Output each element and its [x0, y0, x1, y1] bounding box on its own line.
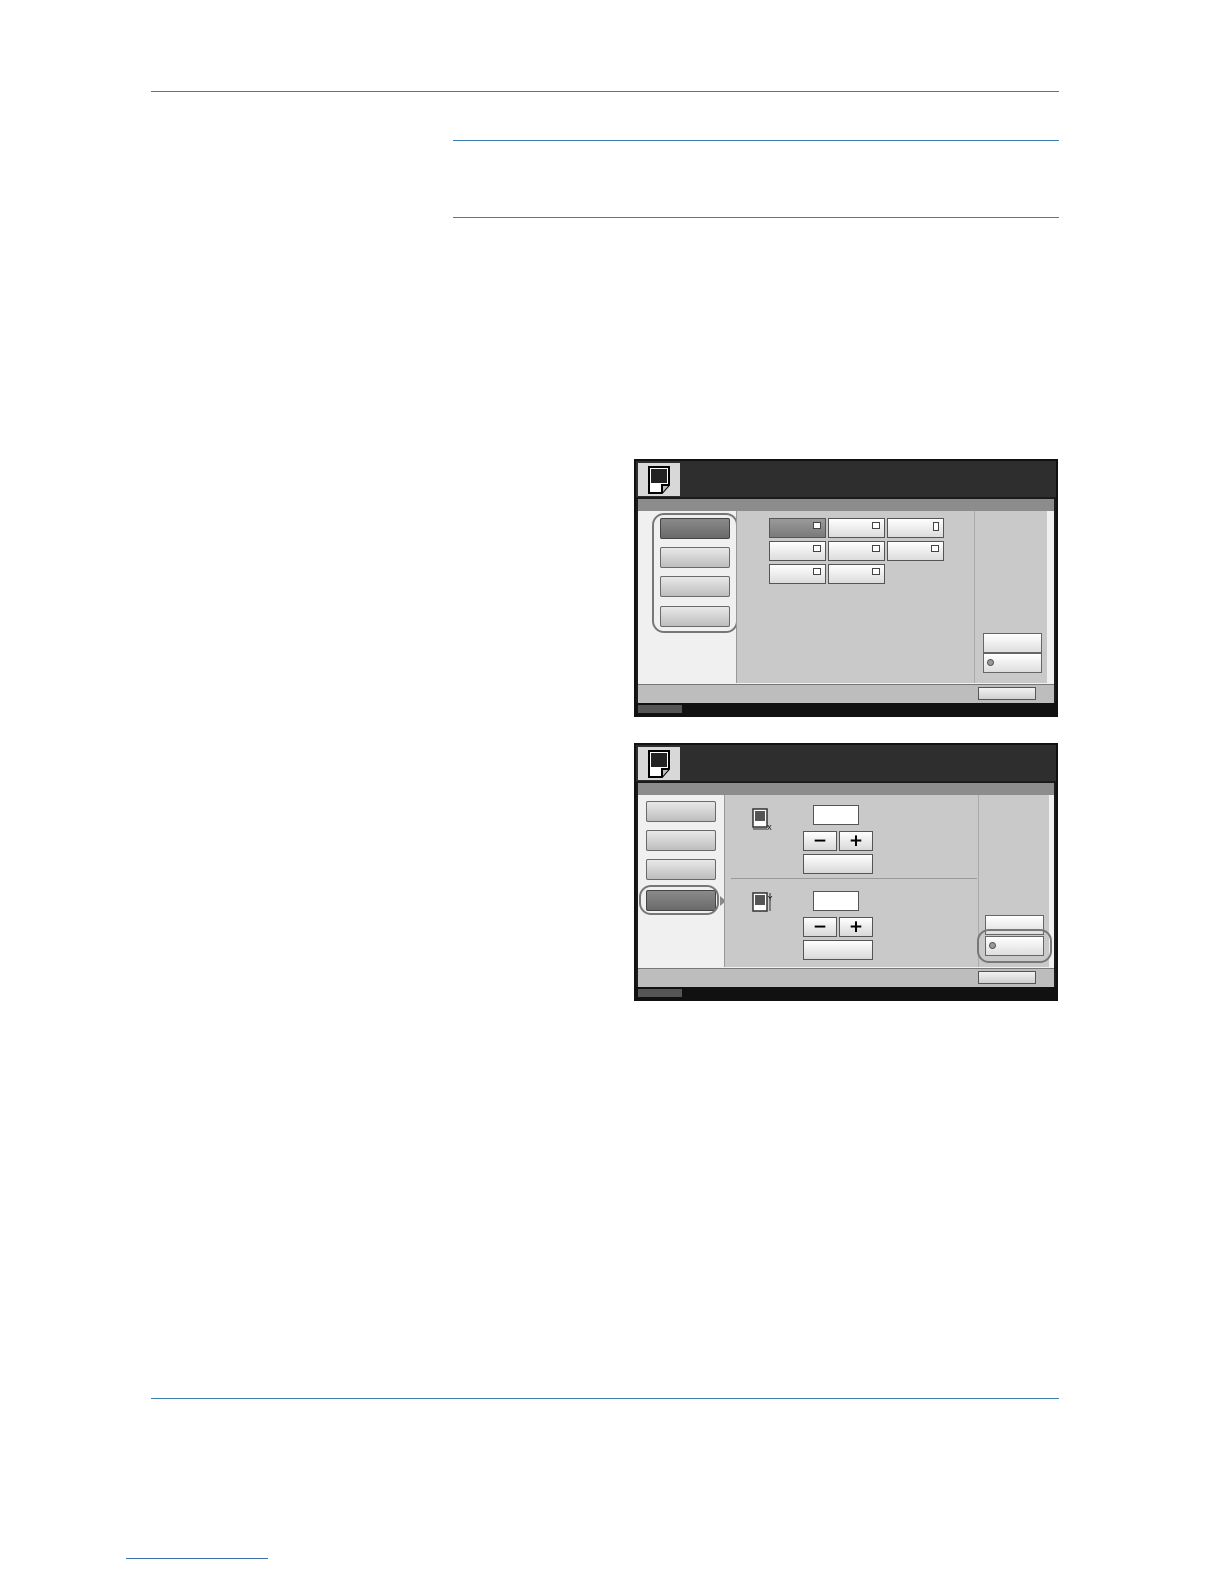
y-plus-button[interactable]: + — [839, 917, 873, 937]
status-bar — [638, 684, 1054, 703]
size-button[interactable] — [887, 541, 944, 561]
y-value-field[interactable] — [813, 891, 859, 911]
header-rule — [151, 91, 1059, 92]
size-button[interactable] — [769, 518, 826, 538]
landscape-paper-icon — [872, 568, 880, 575]
add-shortcut-highlight — [977, 929, 1052, 963]
size-button[interactable] — [828, 541, 885, 561]
x-minus-button[interactable]: − — [803, 831, 837, 851]
x-plus-button[interactable]: + — [839, 831, 873, 851]
size-button[interactable] — [887, 518, 944, 538]
tab-size-input[interactable] — [646, 859, 716, 880]
landscape-paper-icon — [813, 522, 821, 529]
height-dimension-icon: Y — [752, 892, 773, 912]
panel-sub-bar — [638, 499, 1054, 511]
size-button[interactable] — [828, 518, 885, 538]
size-selection-area — [736, 511, 975, 683]
note-bottom-rule — [453, 217, 1059, 218]
status-segment — [638, 989, 682, 997]
y-minus-button[interactable]: − — [803, 917, 837, 937]
tab-other-size[interactable] — [646, 830, 716, 851]
svg-text:X: X — [767, 824, 772, 831]
right-column — [977, 795, 1052, 967]
svg-text:Y: Y — [767, 895, 773, 903]
portrait-paper-icon — [933, 522, 939, 531]
panel-title-bar — [636, 745, 1056, 781]
document-icon — [638, 463, 680, 496]
ok-button[interactable] — [978, 971, 1036, 984]
landscape-paper-icon — [931, 545, 939, 552]
panel-body: X − + Y − + — [638, 795, 1054, 969]
paper-size-panel — [634, 459, 1058, 717]
ok-button[interactable] — [978, 687, 1036, 700]
row-divider — [731, 878, 977, 879]
landscape-paper-icon — [872, 545, 880, 552]
landscape-paper-icon — [813, 545, 821, 552]
y-numeric-keys-button[interactable] — [803, 940, 873, 960]
panel-title-bar — [636, 461, 1056, 497]
note-top-rule — [453, 140, 1059, 141]
tab-standard-size[interactable] — [646, 801, 716, 822]
shortcut-button[interactable] — [983, 633, 1042, 653]
size-entry-panel: X − + Y − + — [634, 743, 1058, 1001]
x-value-field[interactable] — [813, 805, 859, 825]
panel-body — [638, 511, 1054, 685]
size-button[interactable] — [828, 564, 885, 584]
size-button[interactable] — [769, 541, 826, 561]
active-tab-highlight — [639, 885, 719, 915]
tabs-highlight — [652, 513, 738, 633]
size-button[interactable] — [769, 564, 826, 584]
document-icon — [638, 747, 680, 780]
width-dimension-icon: X — [752, 808, 772, 831]
footer-rule — [151, 1398, 1059, 1399]
footnote-separator — [126, 1558, 268, 1559]
right-column — [974, 511, 1047, 683]
panel-sub-bar — [638, 783, 1054, 795]
landscape-paper-icon — [872, 522, 880, 529]
size-entry-area: X − + Y − + — [724, 795, 979, 967]
bottom-strip — [636, 703, 1056, 715]
bottom-strip — [636, 987, 1056, 999]
radio-dot-icon — [987, 659, 994, 666]
add-shortcut-button[interactable] — [983, 653, 1042, 673]
landscape-paper-icon — [813, 568, 821, 575]
status-segment — [638, 705, 682, 713]
x-numeric-keys-button[interactable] — [803, 854, 873, 874]
status-bar — [638, 968, 1054, 987]
